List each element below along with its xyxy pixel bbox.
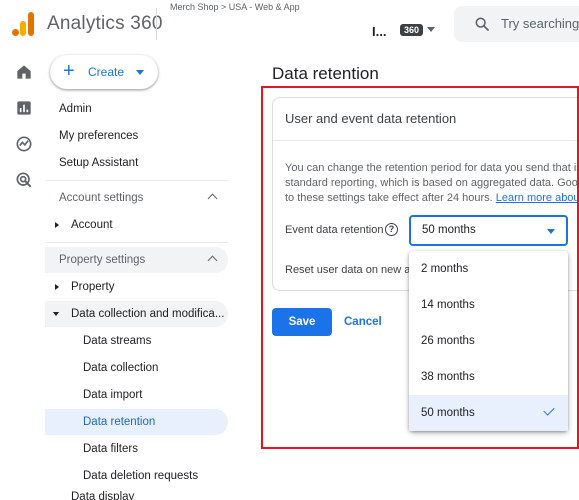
product-badge: 360 bbox=[400, 24, 424, 36]
sidebar-divider bbox=[45, 242, 228, 243]
sidebar-item-property[interactable]: Property bbox=[45, 274, 228, 300]
description-text-part: to these settings take effect after 24 h… bbox=[285, 192, 493, 204]
section-account-settings[interactable]: Account settings bbox=[45, 185, 228, 211]
save-button[interactable]: Save bbox=[272, 308, 332, 336]
search-placeholder: Try searching bbox=[501, 16, 579, 31]
chevron-up-icon bbox=[207, 255, 218, 266]
explore-icon[interactable] bbox=[14, 134, 34, 154]
chevron-down-icon bbox=[547, 229, 555, 234]
reports-icon[interactable] bbox=[14, 98, 34, 118]
advertising-icon[interactable] bbox=[14, 170, 34, 190]
page-title: Data retention bbox=[272, 64, 379, 83]
sidebar-item-data-import[interactable]: Data import bbox=[45, 382, 228, 408]
checkmark-icon bbox=[543, 404, 555, 416]
app-name: Analytics 360 bbox=[47, 13, 163, 34]
option-38-months[interactable]: 38 months bbox=[409, 359, 568, 395]
sidebar-item-my-preferences[interactable]: My preferences bbox=[45, 123, 228, 149]
create-label: Create bbox=[88, 65, 125, 79]
description-text: You can change the retention period for … bbox=[285, 161, 579, 206]
event-retention-label: Event data retention bbox=[285, 224, 384, 236]
card-title: User and event data retention bbox=[285, 111, 457, 126]
option-50-months[interactable]: 50 months bbox=[409, 395, 568, 431]
option-2-months[interactable]: 2 months bbox=[409, 251, 568, 287]
account-chevron-down-icon[interactable] bbox=[427, 27, 435, 32]
description-line: You can change the retention period for … bbox=[285, 162, 579, 174]
sidebar-item-data-filters[interactable]: Data filters bbox=[45, 436, 228, 462]
chevron-up-icon bbox=[207, 193, 218, 204]
sidebar-item-setup-assistant[interactable]: Setup Assistant bbox=[45, 150, 228, 176]
create-button[interactable]: + Create bbox=[50, 55, 158, 89]
cancel-button[interactable]: Cancel bbox=[344, 308, 382, 336]
section-label: Account settings bbox=[59, 192, 144, 204]
description-line: standard reporting, which is based on ag… bbox=[285, 177, 579, 189]
option-14-months[interactable]: 14 months bbox=[409, 287, 568, 323]
retention-dropdown-menu: 2 months 14 months 26 months 38 months 5… bbox=[409, 251, 568, 431]
home-icon[interactable] bbox=[14, 62, 34, 82]
select-value: 50 months bbox=[422, 224, 476, 236]
sidebar-item-admin[interactable]: Admin bbox=[45, 96, 228, 122]
sidebar-item-cut-off[interactable]: Data display bbox=[45, 490, 228, 500]
search-icon bbox=[475, 17, 489, 31]
option-26-months[interactable]: 26 months bbox=[409, 323, 568, 359]
sidebar-item-data-deletion-requests[interactable]: Data deletion requests bbox=[45, 463, 228, 489]
option-label: 50 months bbox=[421, 407, 475, 419]
sidebar-item-data-streams[interactable]: Data streams bbox=[45, 328, 228, 354]
header-divider bbox=[156, 8, 157, 40]
sidebar-item-data-retention[interactable]: Data retention bbox=[45, 409, 228, 435]
account-name[interactable]: I... bbox=[372, 24, 386, 39]
sidebar-item-data-collection[interactable]: Data collection bbox=[45, 355, 228, 381]
sidebar-item-account[interactable]: Account bbox=[45, 212, 228, 238]
learn-more-link[interactable]: Learn more about bbox=[496, 192, 579, 204]
card-divider bbox=[273, 140, 579, 141]
sidebar-item-data-collection-modification[interactable]: Data collection and modifica... bbox=[45, 301, 228, 327]
description-line: to these settings take effect after 24 h… bbox=[285, 191, 579, 206]
event-retention-select[interactable]: 50 months bbox=[409, 215, 568, 246]
top-bar: Analytics 360 Merch Shop > USA - Web & A… bbox=[0, 0, 579, 48]
section-label: Property settings bbox=[59, 254, 146, 266]
sidebar-divider bbox=[45, 180, 228, 181]
breadcrumb[interactable]: Merch Shop > USA - Web & App bbox=[170, 2, 330, 12]
section-property-settings[interactable]: Property settings bbox=[45, 247, 228, 273]
chevron-down-icon bbox=[136, 70, 144, 75]
analytics-logo-icon[interactable] bbox=[12, 12, 34, 36]
search-input[interactable]: Try searching bbox=[454, 6, 579, 42]
help-icon[interactable]: ? bbox=[385, 223, 398, 236]
reset-user-data-label: Reset user data on new ac bbox=[285, 264, 416, 276]
plus-icon: + bbox=[63, 60, 75, 82]
collapse-arrow-icon[interactable] bbox=[53, 312, 59, 316]
